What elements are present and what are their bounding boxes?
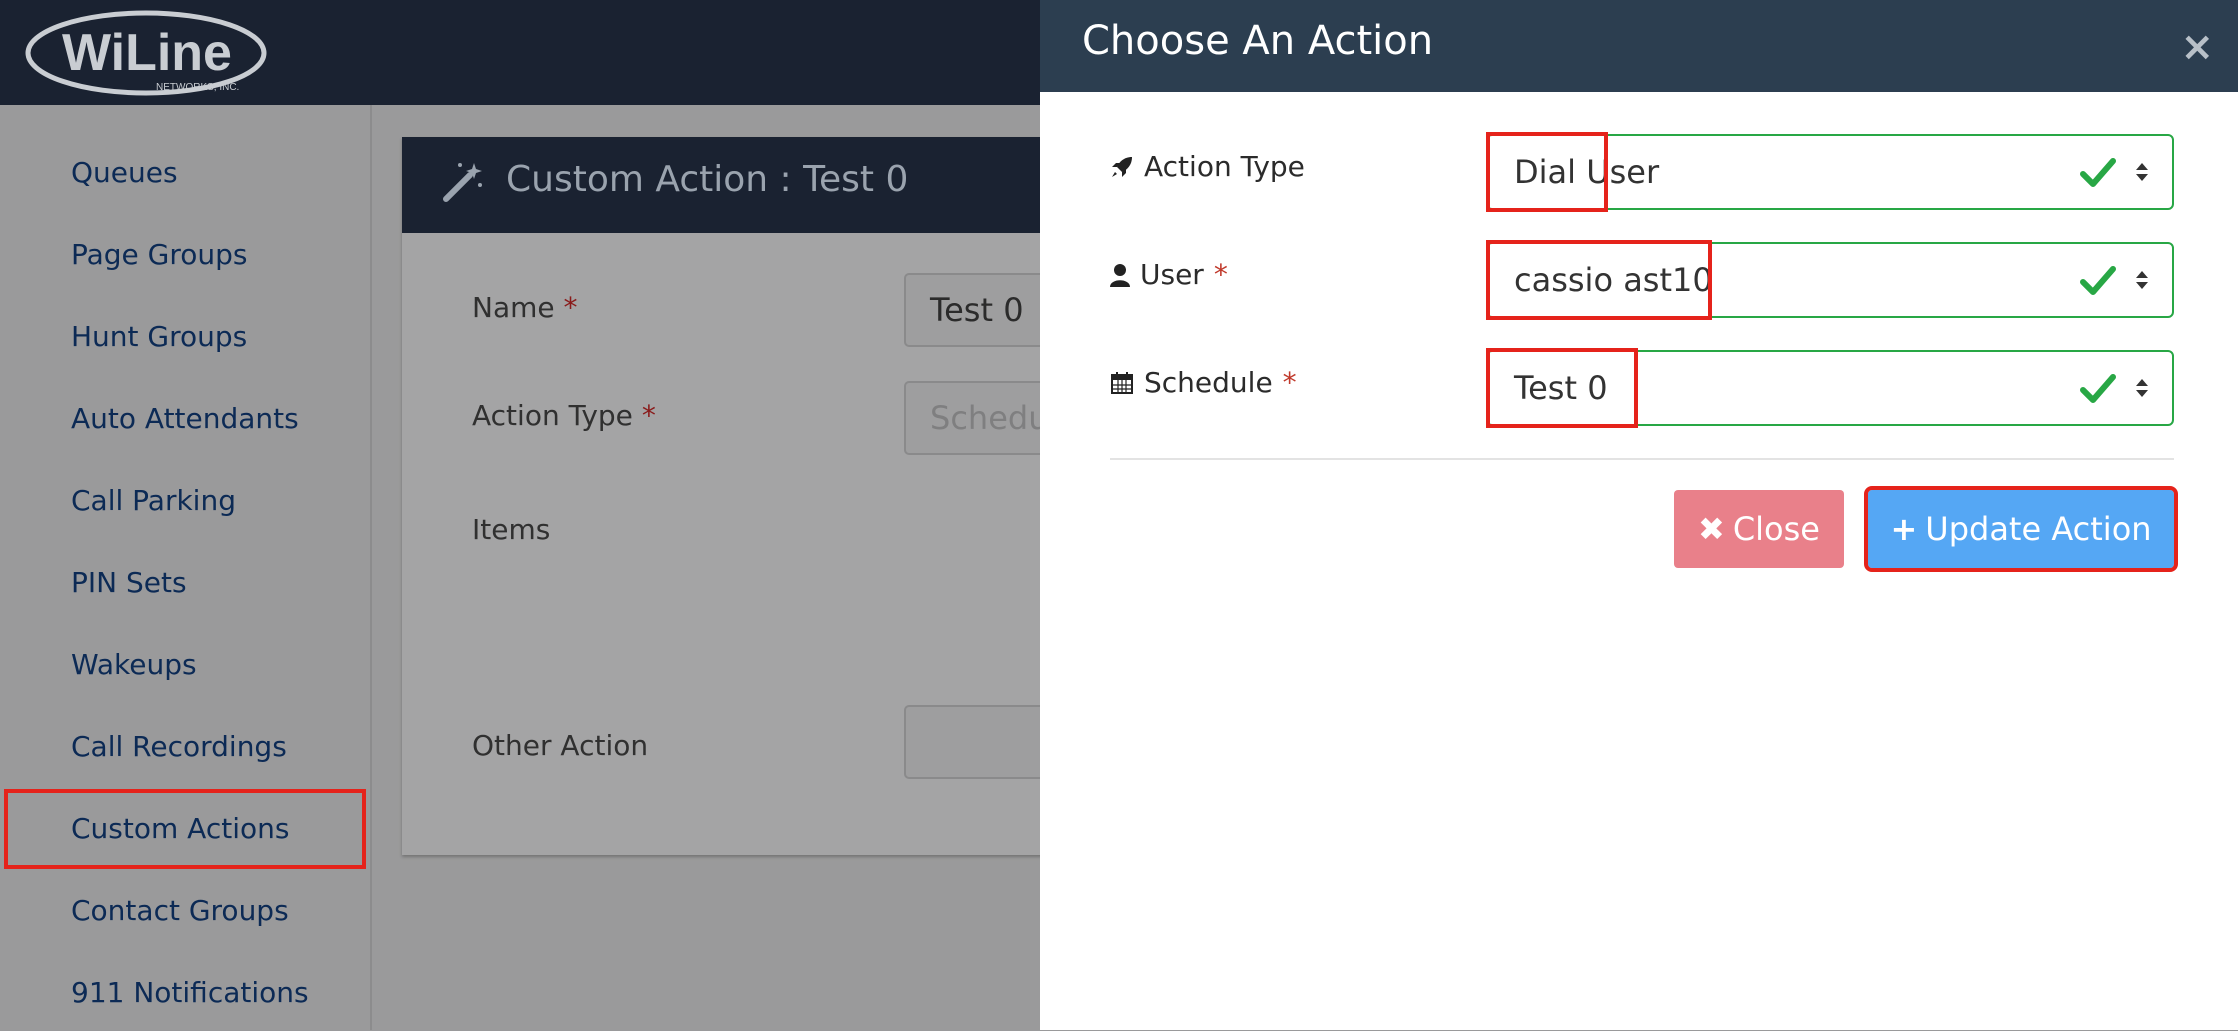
valid-check-icon [2080,374,2116,403]
close-x-icon: ✖ [1698,510,1725,548]
magic-wand-icon [443,163,482,202]
logo-subtext: NETWORKS, INC. [156,82,239,93]
select-arrows-icon [2136,163,2148,181]
action-type-row-label: Action Type [1110,150,1305,183]
calendar-icon [1111,371,1133,394]
select-arrows-icon [2136,271,2148,289]
action-type-highlight [1486,132,1608,212]
schedule-highlight [1486,348,1638,428]
sidebar-item-contact-groups[interactable]: Contact Groups [6,873,364,949]
sidebar-item-page-groups[interactable]: Page Groups [6,217,364,293]
items-label: Items [472,513,551,546]
sidebar-item-call-parking[interactable]: Call Parking [6,463,364,539]
sidebar-item-call-recordings[interactable]: Call Recordings [6,709,364,785]
choose-action-modal: Choose An Action × Action Type Dial User… [1040,0,2238,1030]
sidebar-item-auto-attendants[interactable]: Auto Attendants [6,381,364,457]
modal-header: Choose An Action × [1040,0,2238,92]
other-action-label: Other Action [472,729,649,762]
user-highlight [1486,240,1712,320]
action-type-label: Action Type * [472,399,656,432]
sidebar: Queues Page Groups Hunt Groups Auto Atte… [0,105,372,1030]
card-title: Custom Action : Test 0 [506,159,909,200]
custom-action-card: Custom Action : Test 0 Name * Test 0 Act… [402,137,1084,855]
close-button[interactable]: ✖ Close [1674,490,1844,568]
rocket-icon [1112,156,1132,177]
card-header: Custom Action : Test 0 [402,137,1082,233]
sidebar-item-wakeups[interactable]: Wakeups [6,627,364,703]
sidebar-item-pin-sets[interactable]: PIN Sets [6,545,364,621]
plus-icon: + [1890,510,1918,548]
schedule-row-label: Schedule * [1110,366,1297,399]
update-action-button[interactable]: + Update Action [1864,486,2178,572]
valid-check-icon [2080,158,2116,187]
user-row-label: User * [1110,258,1228,291]
sidebar-item-hunt-groups[interactable]: Hunt Groups [6,299,364,375]
modal-title: Choose An Action [1082,18,1434,64]
valid-check-icon [2080,266,2116,295]
name-label: Name * [472,291,578,324]
sidebar-item-custom-actions[interactable]: Custom Actions [4,789,366,869]
modal-close-icon[interactable]: × [2180,24,2214,70]
logo-text: WiLine [62,24,232,82]
select-arrows-icon [2136,379,2148,397]
wiline-logo[interactable]: WiLine NETWORKS, INC. [24,6,269,98]
user-icon [1110,263,1130,287]
sidebar-item-queues[interactable]: Queues [6,135,364,211]
sidebar-item-911-notifications[interactable]: 911 Notifications [6,955,364,1031]
modal-divider [1110,458,2174,460]
